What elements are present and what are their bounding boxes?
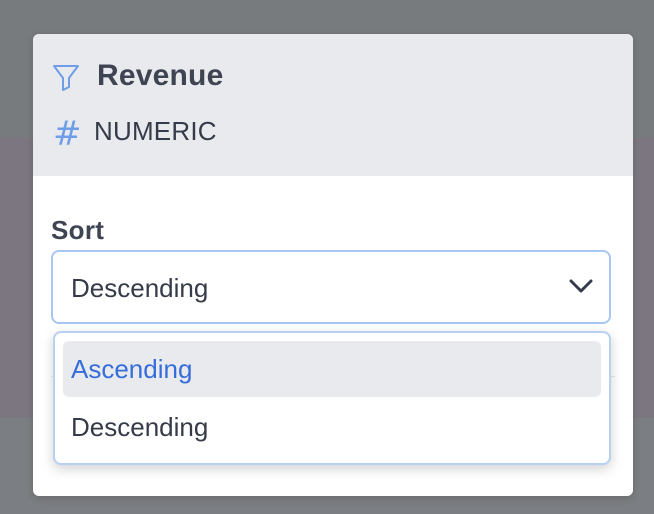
sort-select[interactable]: Descending: [51, 250, 611, 324]
filter-panel: Revenue # NUMERIC Sort Descending Ascend…: [33, 34, 633, 496]
sort-label: Sort: [51, 215, 105, 245]
panel-title: Revenue: [97, 59, 224, 92]
field-type-label: NUMERIC: [94, 116, 217, 146]
option-label: Descending: [71, 412, 209, 442]
sort-select-value: Descending: [71, 273, 209, 303]
hash-icon: #: [53, 114, 82, 154]
panel-header: Revenue # NUMERIC: [33, 34, 633, 176]
chevron-down-icon: [569, 279, 593, 293]
sort-options-dropdown: Ascending Descending: [53, 331, 611, 465]
filter-icon: [53, 65, 79, 91]
sort-option-ascending[interactable]: Ascending: [63, 341, 601, 397]
option-label: Ascending: [71, 354, 193, 384]
sort-option-descending[interactable]: Descending: [63, 399, 601, 455]
